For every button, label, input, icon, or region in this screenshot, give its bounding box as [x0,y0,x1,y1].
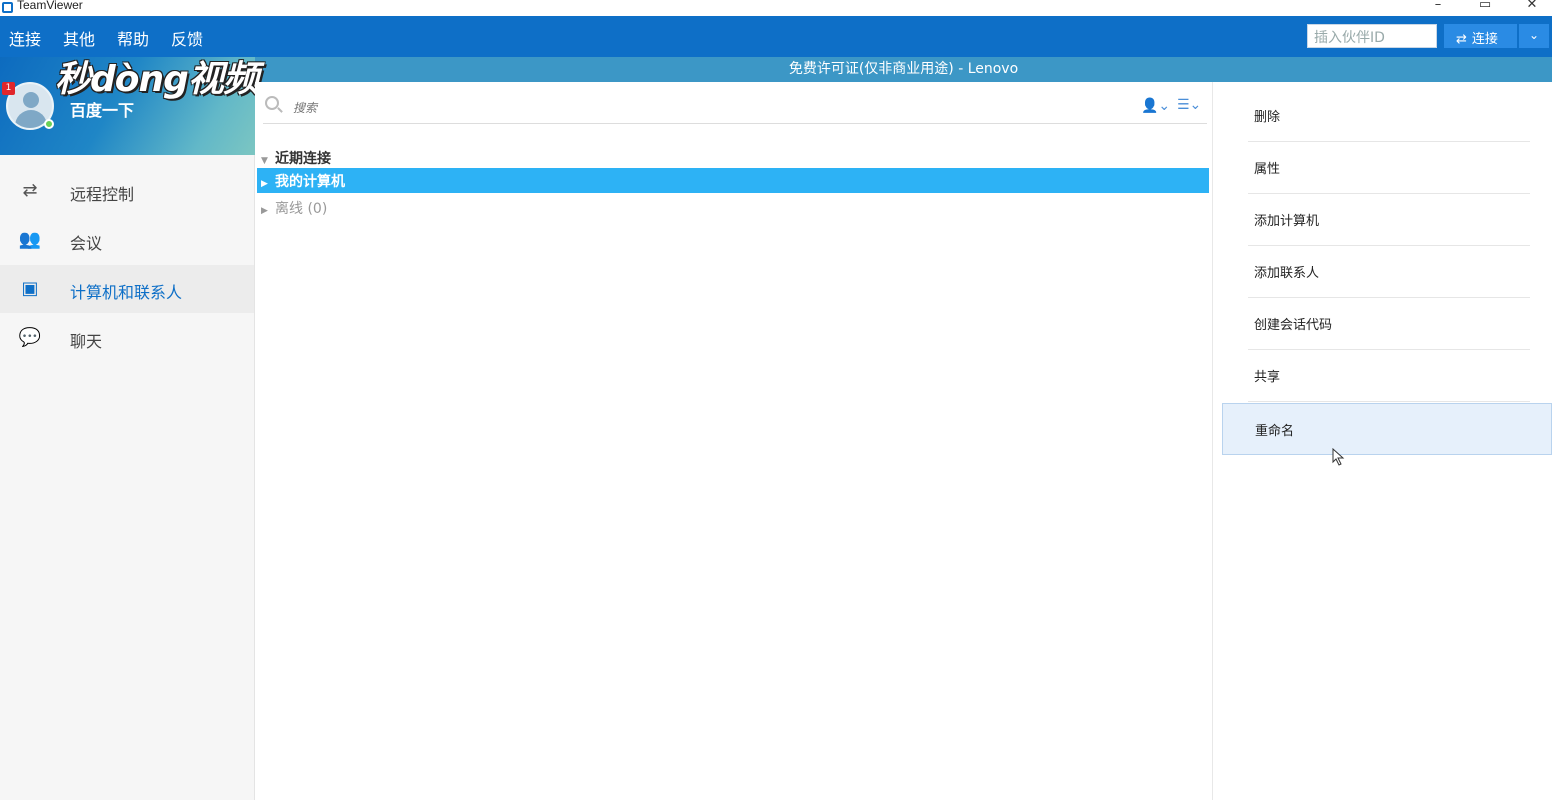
expanded-arrow-icon: ▼ [261,156,268,166]
close-button[interactable]: ✕ [1512,0,1552,13]
group-label: 近期连接 [275,151,331,167]
connect-button-label: 连接 [1471,32,1498,47]
view-options-icon[interactable]: ☰⌄ [1177,97,1201,115]
group-label: 离线 (0) [275,201,328,217]
ctx-add-contact[interactable]: 添加联系人 [1248,246,1530,298]
connect-button[interactable]: ⇄ 连接 [1444,24,1517,48]
ctx-add-computer[interactable]: 添加计算机 [1248,194,1530,246]
nav-label: 计算机和联系人 [70,283,183,302]
ctx-rename[interactable]: 重命名 [1222,403,1552,455]
video-watermark-logo: 秒dòng视频 [55,59,259,100]
online-status-icon [44,119,54,129]
add-contact-icon[interactable]: 👤⌄ [1141,98,1170,114]
group-recent-connections[interactable]: ▼ 近期连接 [261,148,331,168]
ctx-properties[interactable]: 属性 [1248,142,1530,194]
left-navigation: ⇄ 远程控制 👥 会议 ▣ 计算机和联系人 💬 聊天 [0,155,255,800]
nav-remote-control[interactable]: ⇄ 远程控制 [0,167,254,215]
menu-help[interactable]: 帮助 [117,26,149,50]
connect-dropdown-button[interactable]: ⌄ [1519,24,1549,48]
restore-button[interactable]: ▭ [1465,0,1505,13]
minimize-button[interactable]: – [1418,0,1458,13]
nav-label: 聊天 [70,332,103,351]
nav-meeting[interactable]: 👥 会议 [0,216,254,264]
search-input[interactable] [293,98,993,118]
teamviewer-logo-icon [2,2,13,13]
window-title: TeamViewer [17,0,83,12]
nav-computers-contacts[interactable]: ▣ 计算机和联系人 [0,265,254,313]
group-my-computers[interactable]: ▶ 我的计算机 [257,168,1209,193]
nav-label: 会议 [70,234,103,253]
chevron-down-icon: ⌄ [1528,28,1540,42]
chat-icon: 💬 [18,327,42,348]
context-menu: 删除 属性 添加计算机 添加联系人 创建会话代码 共享 重命名 [1213,82,1552,800]
notification-badge[interactable]: 1 [2,82,15,95]
menu-other[interactable]: 其他 [63,26,95,50]
search-icon [265,96,279,110]
menu-connect[interactable]: 连接 [9,26,41,50]
collapsed-arrow-icon: ▶ [261,179,268,189]
title-bar: TeamViewer – ▭ ✕ [0,0,1552,16]
avatar-head [23,92,39,108]
mouse-cursor-icon [1332,448,1345,466]
ctx-create-session-code[interactable]: 创建会话代码 [1248,298,1530,350]
remote-control-icon: ⇄ [22,180,38,201]
computers-contacts-panel: 👤⌄ ☰⌄ ▼ 近期连接 ▶ 我的计算机 ▶ 离线 (0) [255,82,1213,800]
group-label: 我的计算机 [275,174,345,190]
search-bar: 👤⌄ ☰⌄ [263,92,1207,124]
avatar-body [15,110,47,128]
nav-chat[interactable]: 💬 聊天 [0,314,254,362]
collapsed-arrow-icon: ▶ [261,206,268,216]
license-banner: 免费许可证(仅非商业用途) - Lenovo [255,57,1552,82]
contacts-icon: ▣ [21,278,39,299]
nav-label: 远程控制 [70,185,135,204]
meeting-icon: 👥 [18,229,42,250]
menu-feedback[interactable]: 反馈 [171,26,203,50]
ctx-delete[interactable]: 删除 [1248,90,1530,142]
group-offline[interactable]: ▶ 离线 (0) [261,198,327,218]
ctx-share[interactable]: 共享 [1248,350,1530,402]
partner-id-input[interactable]: 插入伙伴ID [1307,24,1437,48]
swap-arrows-icon: ⇄ [1456,32,1467,47]
